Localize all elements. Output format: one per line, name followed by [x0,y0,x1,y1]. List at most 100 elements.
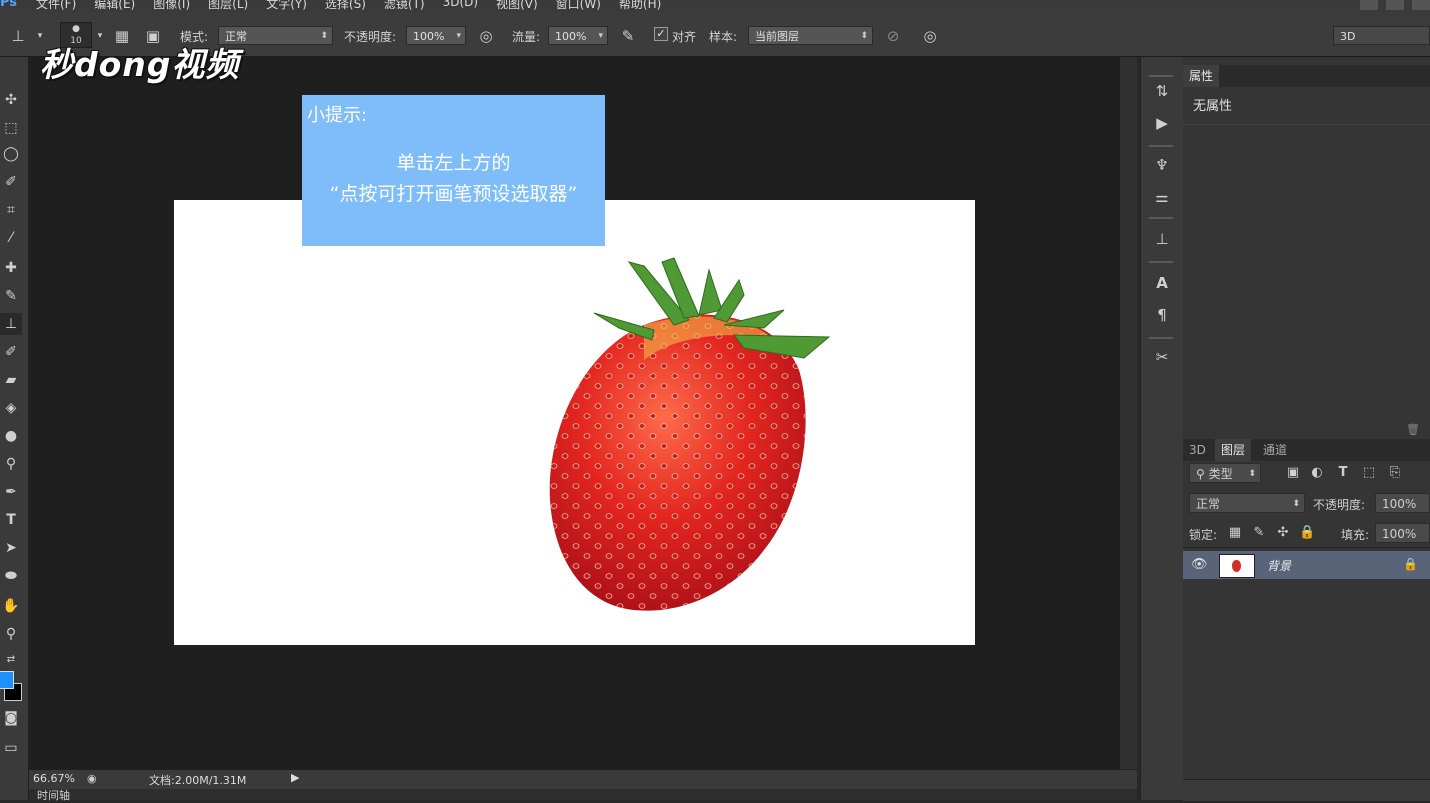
brush-tool-icon[interactable]: ✎ [0,285,22,307]
lock-transparent-icon[interactable]: ▦ [1227,525,1243,541]
opacity-field[interactable]: 100% ▾ [406,26,466,45]
workspace-value: 3D [1340,30,1356,43]
document-info: 文档:2.00M/1.31M [149,774,247,787]
type-tool-icon[interactable]: T [0,509,22,531]
swap-colors-icon[interactable]: ⇄ [0,649,22,671]
layers-tab-row: 3D 图层 通道 [1183,439,1430,461]
blur-tool-icon[interactable]: ● [0,425,22,447]
healing-brush-tool-icon[interactable]: ✚ [0,257,22,279]
flow-field[interactable]: 100% ▾ [548,26,608,45]
document-image[interactable] [174,200,975,645]
opacity-label: 不透明度: [344,30,397,44]
workspace-select[interactable]: 3D [1333,26,1430,45]
tools-panel: ✣ ⬚ ◯ ✐ ⌗ ⁄ ✚ ✎ ⊥ ✐ ▰ ◈ ● ⚲ ✒ T ➤ ⬬ ✋ ⚲ … [0,57,29,800]
tab-3d[interactable]: 3D [1183,439,1212,461]
strip-separator [1149,261,1173,263]
menu-type[interactable]: 文字(Y) [266,0,307,12]
divider [1183,547,1430,548]
quick-selection-tool-icon[interactable]: ✐ [0,171,22,193]
tab-properties[interactable]: 属性 [1183,65,1220,87]
filter-pixel-icon[interactable]: ▣ [1285,465,1301,481]
blend-mode-value: 正常 [1196,497,1221,511]
history-brush-tool-icon[interactable]: ✐ [0,341,22,363]
close-button[interactable] [1412,0,1430,10]
path-selection-tool-icon[interactable]: ➤ [0,537,22,559]
tool-presets-icon[interactable]: ✂ [1152,347,1172,367]
lock-position-icon[interactable]: ✣ [1275,525,1291,541]
screen-mode-icon[interactable]: ▭ [0,737,22,759]
menu-window[interactable]: 窗口(W) [556,0,601,12]
blend-mode-select[interactable]: 正常 ⬍ [1189,493,1305,513]
sample-select[interactable]: 当前图层 ⬍ [748,26,873,45]
tab-channels[interactable]: 通道 [1257,439,1293,461]
canvas-vertical-scrollbar[interactable] [1120,57,1137,769]
menu-file[interactable]: 文件(F) [36,0,76,12]
crop-tool-icon[interactable]: ⌗ [0,199,22,221]
tip-box: 小提示: 单击左上方的 “点按可打开画笔预设选取器” [302,95,605,246]
layer-opacity-field[interactable]: 100% [1375,493,1430,513]
filter-adjustment-icon[interactable]: ◐ [1309,465,1325,481]
ignore-adjustment-layers-icon[interactable]: ⊘ [883,26,903,46]
minimize-button[interactable] [1360,0,1378,10]
menu-view[interactable]: 视图(V) [496,0,538,12]
brush-settings-icon[interactable]: ⚌ [1152,187,1172,207]
eraser-tool-icon[interactable]: ▰ [0,369,22,391]
shape-tool-icon[interactable]: ⬬ [0,565,22,587]
paragraph-panel-icon[interactable]: ¶ [1152,305,1172,325]
status-menu-arrow-icon[interactable]: ▶ [291,771,299,784]
dropdown-arrow-icon: ▾ [456,31,461,41]
fill-label: 填充: [1341,528,1370,542]
clone-stamp-tool-icon[interactable]: ⊥ [0,313,22,335]
menu-edit[interactable]: 编辑(E) [94,0,135,12]
pressure-size-icon[interactable]: ◎ [920,26,940,46]
dodge-tool-icon[interactable]: ⚲ [0,453,22,475]
flow-label: 流量: [512,30,541,44]
no-properties-text: 无属性 [1193,99,1233,114]
filter-shape-icon[interactable]: ⬚ [1361,465,1377,481]
status-info-icon[interactable]: ◉ [87,772,97,785]
visibility-eye-icon[interactable]: 👁 [1191,557,1208,572]
layer-name[interactable]: 背景 [1267,557,1291,574]
menu-layer[interactable]: 图层(L) [208,0,248,12]
move-tool-icon[interactable]: ✣ [0,89,22,111]
brush-presets-icon[interactable]: ♆ [1152,155,1172,175]
filter-type-icon[interactable]: T [1335,465,1351,481]
timeline-label: 时间轴 [37,789,70,802]
menu-select[interactable]: 选择(S) [325,0,366,12]
layer-row-background[interactable]: 👁 背景 🔒 [1183,551,1430,579]
actions-panel-icon[interactable]: ▶ [1152,113,1172,133]
timeline-panel-tab[interactable]: 时间轴 [29,789,1137,802]
restore-button[interactable] [1386,0,1404,10]
lock-image-icon[interactable]: ✎ [1251,525,1267,541]
pen-tool-icon[interactable]: ✒ [0,481,22,503]
marquee-tool-icon[interactable]: ⬚ [0,117,22,139]
menu-3d[interactable]: 3D(D) [443,0,478,12]
eyedropper-tool-icon[interactable]: ⁄ [0,227,22,249]
menu-help[interactable]: 帮助(H) [619,0,661,12]
clone-stamp-tool-icon[interactable]: ⊥ [8,26,28,46]
watermark-logo: 秒dong视频 [40,45,240,84]
character-panel-icon[interactable]: A [1152,273,1172,293]
zoom-level[interactable]: 66.67% [33,772,75,785]
quick-mask-icon[interactable]: ◙ [0,707,22,729]
layer-filter-select[interactable]: ⚲ 类型 ⬍ [1189,463,1261,483]
menu-image[interactable]: 图像(I) [153,0,190,12]
lasso-tool-icon[interactable]: ◯ [0,143,22,165]
paint-bucket-tool-icon[interactable]: ◈ [0,397,22,419]
airbrush-icon[interactable]: ✎ [618,26,638,46]
fill-field[interactable]: 100% [1375,523,1430,543]
clone-source-panel-icon[interactable]: ⊥ [1152,229,1172,249]
menu-filter[interactable]: 滤镜(T) [384,0,425,12]
hand-tool-icon[interactable]: ✋ [0,595,22,617]
tab-layers[interactable]: 图层 [1215,439,1252,461]
filter-smart-object-icon[interactable]: ⎘ [1387,465,1403,481]
zoom-tool-icon[interactable]: ⚲ [0,623,22,645]
status-bar: 66.67% ◉ 文档:2.00M/1.31M ▶ [29,769,1137,789]
align-checkbox[interactable]: ✓ [654,27,668,41]
pressure-opacity-icon[interactable]: ◎ [476,26,496,46]
lock-all-icon[interactable]: 🔒 [1299,525,1315,541]
history-panel-icon[interactable]: ⇅ [1152,81,1172,101]
trash-icon[interactable]: 🗑 [1406,423,1420,436]
layer-filter-value: 类型 [1208,467,1233,481]
foreground-color-swatch[interactable] [0,671,14,689]
